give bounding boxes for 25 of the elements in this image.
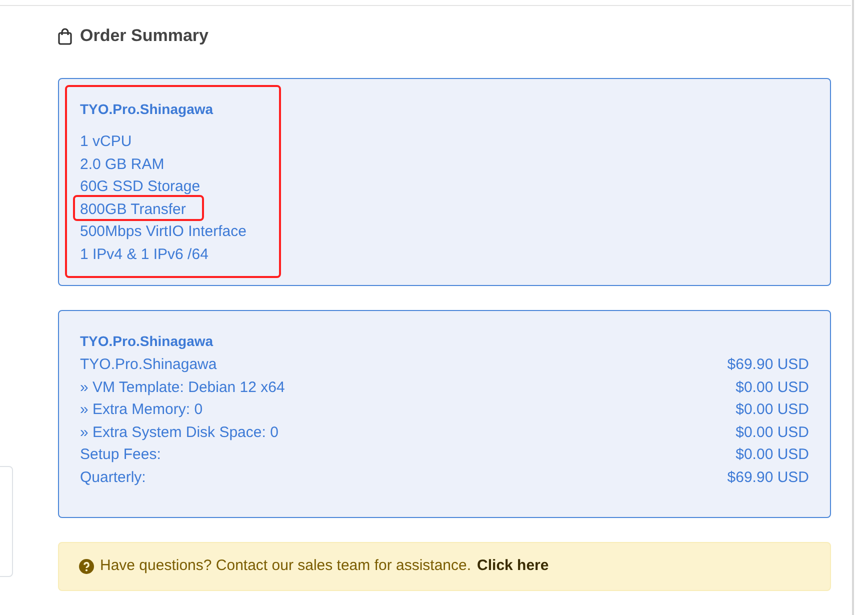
line-amount: $0.00 USD	[736, 378, 809, 398]
line-label: » Extra System Disk Space: 0	[80, 422, 278, 443]
product-name: TYO.Pro.Shinagawa	[80, 100, 214, 118]
line-label: Setup Fees:	[80, 445, 161, 466]
notice-text: Have questions? Contact our sales team for assistance.	[100, 556, 472, 576]
spec-item: 1 vCPU	[80, 133, 132, 150]
line-label: TYO.Pro.Shinagawa	[80, 355, 217, 375]
line-amount: $0.00 USD	[736, 445, 809, 466]
contact-link[interactable]: Click here	[477, 555, 549, 578]
line-label: » VM Template: Debian 12 x64	[80, 378, 285, 398]
line-label: Quarterly:	[80, 468, 146, 488]
spec-item: 60G SSD Storage	[80, 178, 200, 196]
line-amount: $69.90 USD	[727, 468, 809, 488]
spec-item: 2.0 GB RAM	[80, 156, 164, 173]
spec-item: 500Mbps VirtIO Interface	[80, 223, 246, 240]
line-amount: $69.90 USD	[727, 355, 809, 375]
line-amount: $0.00 USD	[736, 400, 809, 420]
line-amount: $0.00 USD	[736, 422, 809, 443]
line-label: » Extra Memory: 0	[80, 400, 203, 420]
shopping-bag-icon	[58, 28, 72, 44]
help-icon	[79, 559, 94, 574]
spec-item: 800GB Transfer	[80, 200, 186, 218]
spec-item: 1 IPv4 & 1 IPv6 /64	[80, 246, 208, 263]
summary-title: TYO.Pro.Shinagawa	[80, 332, 214, 350]
section-heading: Order Summary	[80, 25, 208, 48]
